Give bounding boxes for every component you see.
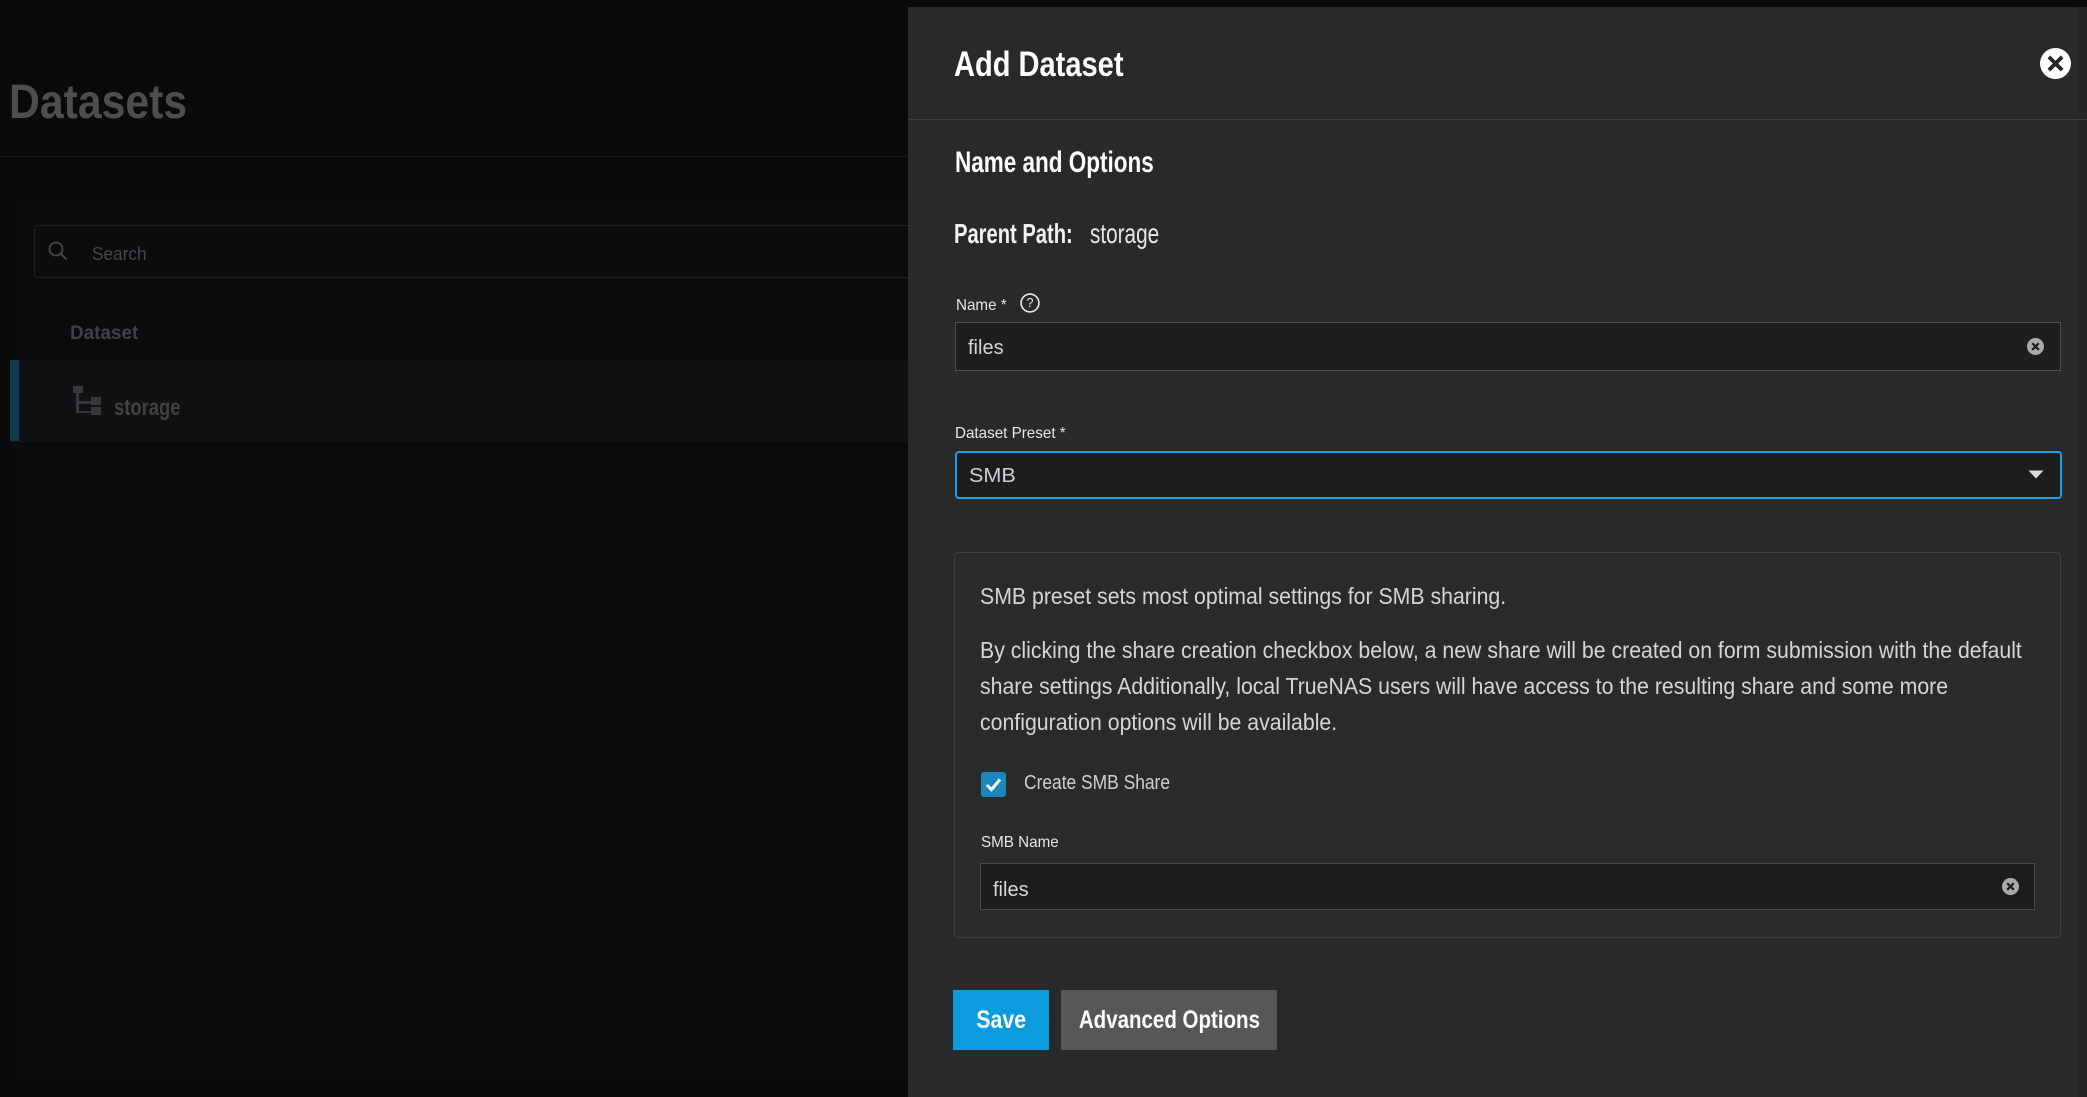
svg-text:?: ? bbox=[1027, 296, 1034, 310]
